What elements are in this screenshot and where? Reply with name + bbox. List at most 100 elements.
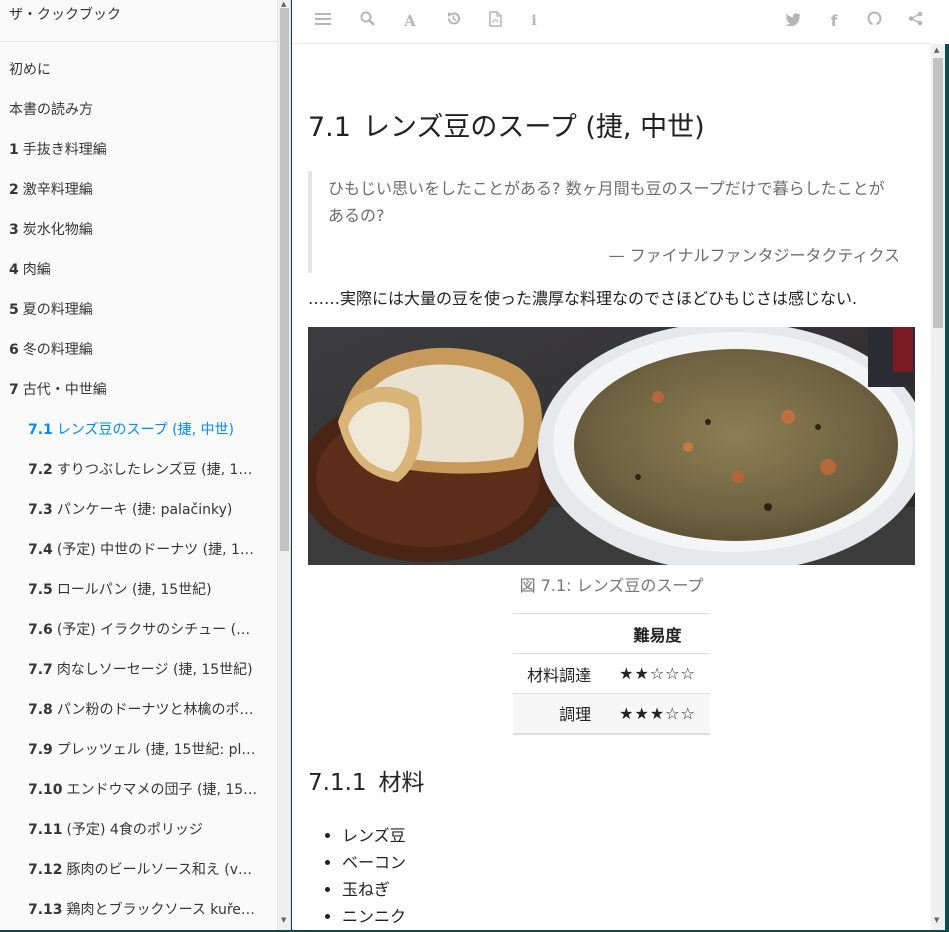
list-item: ニンニク xyxy=(342,903,915,930)
toc-item-label: 炭水化物編 xyxy=(22,222,93,238)
section-number: 7.1 xyxy=(308,112,351,143)
row-stars: ★★☆☆☆ xyxy=(605,653,710,694)
scroll-down-arrow-icon[interactable]: ▼ xyxy=(281,916,286,924)
toc-item[interactable]: 7.5 ロールパン (捷, 15世紀) xyxy=(0,570,277,610)
toc-item-label: 激辛料理編 xyxy=(22,182,93,198)
intro-paragraph: ……実際には大量の豆を使った濃厚な料理なのでさほどひもじさは感じない. xyxy=(308,289,858,308)
toc-item-number: 7.12 xyxy=(28,862,63,878)
lentil-soup-image xyxy=(308,327,915,565)
toc-item-label: 夏の料理編 xyxy=(22,302,93,318)
table-header-difficulty: 難易度 xyxy=(605,613,710,654)
toc-item-label: レンズ豆のスープ (捷, 中世) xyxy=(56,422,234,438)
toc-item[interactable]: 1 手抜き料理編 xyxy=(0,130,277,170)
toc-item[interactable]: 6 冬の料理編 xyxy=(0,330,277,370)
toc-item[interactable]: 2 激辛料理編 xyxy=(0,170,277,210)
main-scrollbar[interactable]: ▲ ▼ xyxy=(931,44,945,930)
toc-item-number: 1 xyxy=(9,142,19,158)
toolbar: A i f xyxy=(292,0,932,44)
github-icon[interactable] xyxy=(864,11,884,31)
toc-item-label: ロールパン (捷, 15世紀) xyxy=(56,582,212,598)
toc-item[interactable]: 7.7 肉なしソーセージ (捷, 15世紀) xyxy=(0,650,277,690)
sidebar-scrollbar-thumb[interactable] xyxy=(280,8,289,551)
quote-text: ひもじい思いをしたことがある? 数ヶ月間も豆のスープだけで暮らしたことがあるの? xyxy=(328,179,885,225)
subsection-title: 材料 xyxy=(378,769,425,796)
toc-item-label: パンケーキ (捷: palačinky) xyxy=(56,502,233,518)
article: 7.1 レンズ豆のスープ (捷, 中世) ひもじい思いをしたことがある? 数ヶ月間… xyxy=(292,112,932,930)
ingredients-list: レンズ豆 ベーコン 玉ねぎ ニンニク xyxy=(308,822,915,930)
toc-item-number: 7.1 xyxy=(28,422,53,438)
toc-item[interactable]: 7.3 パンケーキ (捷: palačinky) xyxy=(0,490,277,530)
toolbar-gutter xyxy=(931,0,949,44)
toc-item[interactable]: 7.8 パン粉のドーナツと林檎のポ… xyxy=(0,690,277,730)
page-title: 7.1 レンズ豆のスープ (捷, 中世) xyxy=(308,112,915,144)
facebook-icon[interactable]: f xyxy=(824,11,844,31)
toc-item-label: 冬の料理編 xyxy=(22,342,93,358)
toc-item[interactable]: 7.1 レンズ豆のスープ (捷, 中世) xyxy=(0,410,277,450)
toc-item[interactable]: 7.11 (予定) 4食のポリッジ xyxy=(0,810,277,850)
search-icon[interactable] xyxy=(357,11,377,31)
toc-item[interactable]: 7.12 豚肉のビールソース和え (vep… xyxy=(0,850,277,890)
toc-item-label: 古代・中世編 xyxy=(22,382,107,398)
figure-caption: 図 7.1: レンズ豆のスープ xyxy=(519,576,704,595)
row-label: 材料調達 xyxy=(513,653,606,694)
toc-item-number: 7.2 xyxy=(28,462,53,478)
subsection-number: 7.1.1 xyxy=(308,769,367,796)
toc-item-number: 7.9 xyxy=(28,742,53,758)
toc-item-label: すりつぶしたレンズ豆 (捷, 15… xyxy=(56,462,262,478)
toc-item[interactable]: 7.10 エンドウマメの団子 (捷, 15… xyxy=(0,770,277,810)
toc-item-number: 7.10 xyxy=(28,782,63,798)
toc-item-number: 3 xyxy=(9,222,19,238)
sidebar-toc: ザ・クックブック 初めに 本書の読み方 1 手抜き料理編 2 激辛料理編 3 炭水化物編 4 肉編… xyxy=(0,0,278,930)
list-item: 玉ねぎ xyxy=(342,876,915,903)
difficulty-table: 難易度 材料調達 ★★☆☆☆ 調理 ★★★☆☆ xyxy=(513,613,710,735)
toc-item-label: 豚肉のビールソース和え (vep… xyxy=(66,862,270,878)
toc-item-label: 肉編 xyxy=(22,262,51,278)
row-label: 調理 xyxy=(513,693,606,734)
toc-item[interactable]: 7.6 (予定) イラクサのシチュー (捷… xyxy=(0,610,277,650)
scroll-down-arrow-icon[interactable]: ▼ xyxy=(934,916,939,924)
toc-item-label: 本書の読み方 xyxy=(9,102,93,118)
row-stars: ★★★☆☆ xyxy=(605,693,710,734)
book-title[interactable]: ザ・クックブック xyxy=(0,0,277,42)
toc-item-number: 5 xyxy=(9,302,19,318)
toc-item-number: 7.3 xyxy=(28,502,53,518)
toc-item-label: 鶏肉とブラックソース kuře v… xyxy=(66,902,268,918)
toc-item[interactable]: 3 炭水化物編 xyxy=(0,210,277,250)
font-icon[interactable]: A xyxy=(400,11,420,31)
toc-item-number: 4 xyxy=(9,262,19,278)
toc-item[interactable]: 7.2 すりつぶしたレンズ豆 (捷, 15… xyxy=(0,450,277,490)
list-item: レンズ豆 xyxy=(342,822,915,849)
main-scrollbar-thumb[interactable] xyxy=(933,58,943,328)
pdf-icon[interactable] xyxy=(485,11,505,31)
toc-item[interactable]: 7 古代・中世編 xyxy=(0,370,277,410)
toc-item[interactable]: 初めに xyxy=(0,50,277,90)
quote-attribution: — ファイナルファンタジータクティクス xyxy=(608,246,900,265)
edit-history-icon[interactable] xyxy=(443,11,463,31)
toc-item-label: エンドウマメの団子 (捷, 15… xyxy=(66,782,258,798)
table-header-empty xyxy=(513,613,606,654)
scroll-up-arrow-icon[interactable]: ▲ xyxy=(281,0,286,8)
scroll-up-arrow-icon[interactable]: ▲ xyxy=(934,46,939,54)
twitter-icon[interactable] xyxy=(783,11,803,31)
toc-item-label: パン粉のドーナツと林檎のポ… xyxy=(56,702,254,718)
toc-item[interactable]: 本書の読み方 xyxy=(0,90,277,130)
table-header-row: 難易度 xyxy=(513,613,710,654)
toc-item[interactable]: 4 肉編 xyxy=(0,250,277,290)
menu-icon[interactable] xyxy=(313,11,333,31)
section-title: レンズ豆のスープ (捷, 中世) xyxy=(362,112,705,143)
info-icon[interactable]: i xyxy=(524,11,544,31)
toc-item-number: 7 xyxy=(9,382,19,398)
epigraph-quote: ひもじい思いをしたことがある? 数ヶ月間も豆のスープだけで暮らしたことがあるの?… xyxy=(308,171,915,273)
toc-item-number: 7.7 xyxy=(28,662,53,678)
share-icon[interactable] xyxy=(905,11,925,31)
toc-item-number: 7.6 xyxy=(28,622,53,638)
toc-item[interactable]: 7.9 プレッツェル (捷, 15世紀: plec… xyxy=(0,730,277,770)
toc-item[interactable]: 5 夏の料理編 xyxy=(0,290,277,330)
toc-item-label: 肉なしソーセージ (捷, 15世紀) xyxy=(56,662,253,678)
toc-item[interactable]: 7.4 (予定) 中世のドーナツ (捷, 16… xyxy=(0,530,277,570)
list-item: ベーコン xyxy=(342,849,915,876)
toc-item[interactable]: 7.13 鶏肉とブラックソース kuře v… xyxy=(0,890,277,930)
toc-item-number: 2 xyxy=(9,182,19,198)
table-row: 材料調達 ★★☆☆☆ xyxy=(513,653,710,694)
sidebar-scrollbar[interactable]: ▲ ▼ xyxy=(278,0,291,930)
